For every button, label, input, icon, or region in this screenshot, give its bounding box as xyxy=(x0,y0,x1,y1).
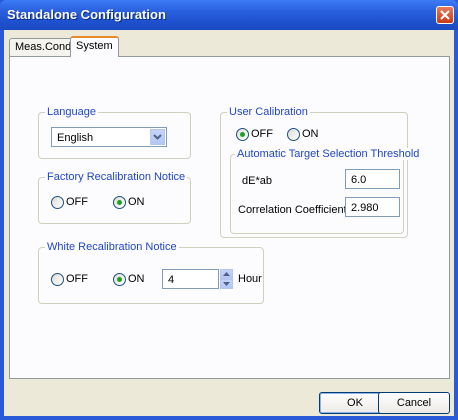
user-off-radio[interactable] xyxy=(236,128,249,141)
chevron-down-icon[interactable] xyxy=(150,129,165,145)
factory-recalibration-group-label: Factory Recalibration Notice xyxy=(45,171,188,183)
de-label: dE*ab xyxy=(242,175,272,187)
threshold-group: Automatic Target Selection Threshold dE*… xyxy=(230,148,422,234)
white-recalibration-group: White Recalibration Notice OFF ON 4 Hour xyxy=(38,241,264,304)
tab-system[interactable]: System xyxy=(70,36,119,57)
factory-recalibration-group: Factory Recalibration Notice OFF ON xyxy=(38,171,191,224)
language-group-label: Language xyxy=(45,106,98,118)
tab-meas-cond[interactable]: Meas.Cond xyxy=(9,38,78,56)
language-select[interactable]: English xyxy=(51,127,167,147)
ok-button-label: OK xyxy=(347,397,363,409)
white-on-radio[interactable] xyxy=(113,273,126,286)
system-tab-panel: Language English Factory Recalibration N… xyxy=(9,56,450,379)
cancel-button[interactable]: Cancel xyxy=(378,392,450,414)
spin-up-button[interactable] xyxy=(220,269,233,279)
user-on-radio[interactable] xyxy=(287,128,300,141)
language-group: Language English xyxy=(38,106,191,159)
close-button[interactable] xyxy=(436,6,454,24)
language-select-value: English xyxy=(57,132,94,144)
user-off-label: OFF xyxy=(251,128,273,140)
spin-down-button[interactable] xyxy=(220,279,233,289)
factory-off-radio[interactable] xyxy=(51,196,64,209)
user-calibration-group: User Calibration OFF ON Automatic Target… xyxy=(220,106,422,238)
hours-input[interactable]: 4 xyxy=(162,269,219,289)
white-recalibration-group-label: White Recalibration Notice xyxy=(45,241,179,253)
window-title: Standalone Configuration xyxy=(7,7,166,22)
user-on-label: ON xyxy=(302,128,319,140)
de-input-value: 6.0 xyxy=(351,174,367,186)
dialog-window: Standalone Configuration Meas.Cond Syste… xyxy=(0,0,458,420)
corr-label: Correlation Coefficient xyxy=(238,204,347,216)
factory-off-label: OFF xyxy=(66,196,88,208)
white-off-radio[interactable] xyxy=(51,273,64,286)
hours-input-value: 4 xyxy=(168,274,175,286)
hours-unit-label: Hour xyxy=(238,273,262,285)
tab-label: Meas.Cond xyxy=(15,41,72,53)
cancel-button-label: Cancel xyxy=(396,397,432,409)
corr-input[interactable]: 2.980 xyxy=(345,197,400,217)
factory-on-radio[interactable] xyxy=(113,196,126,209)
dialog-body: Meas.Cond System Language English Factor… xyxy=(4,30,454,416)
white-off-label: OFF xyxy=(66,273,88,285)
factory-on-label: ON xyxy=(128,196,145,208)
threshold-group-label: Automatic Target Selection Threshold xyxy=(235,148,422,160)
de-input[interactable]: 6.0 xyxy=(345,169,400,189)
white-on-label: ON xyxy=(128,273,145,285)
close-icon xyxy=(440,10,450,20)
corr-input-value: 2.980 xyxy=(351,202,379,214)
arrow-up-icon xyxy=(223,272,230,276)
arrow-down-icon xyxy=(223,282,230,286)
title-bar[interactable]: Standalone Configuration xyxy=(0,0,458,30)
tab-label: System xyxy=(76,40,113,52)
user-calibration-group-label: User Calibration xyxy=(227,106,310,118)
